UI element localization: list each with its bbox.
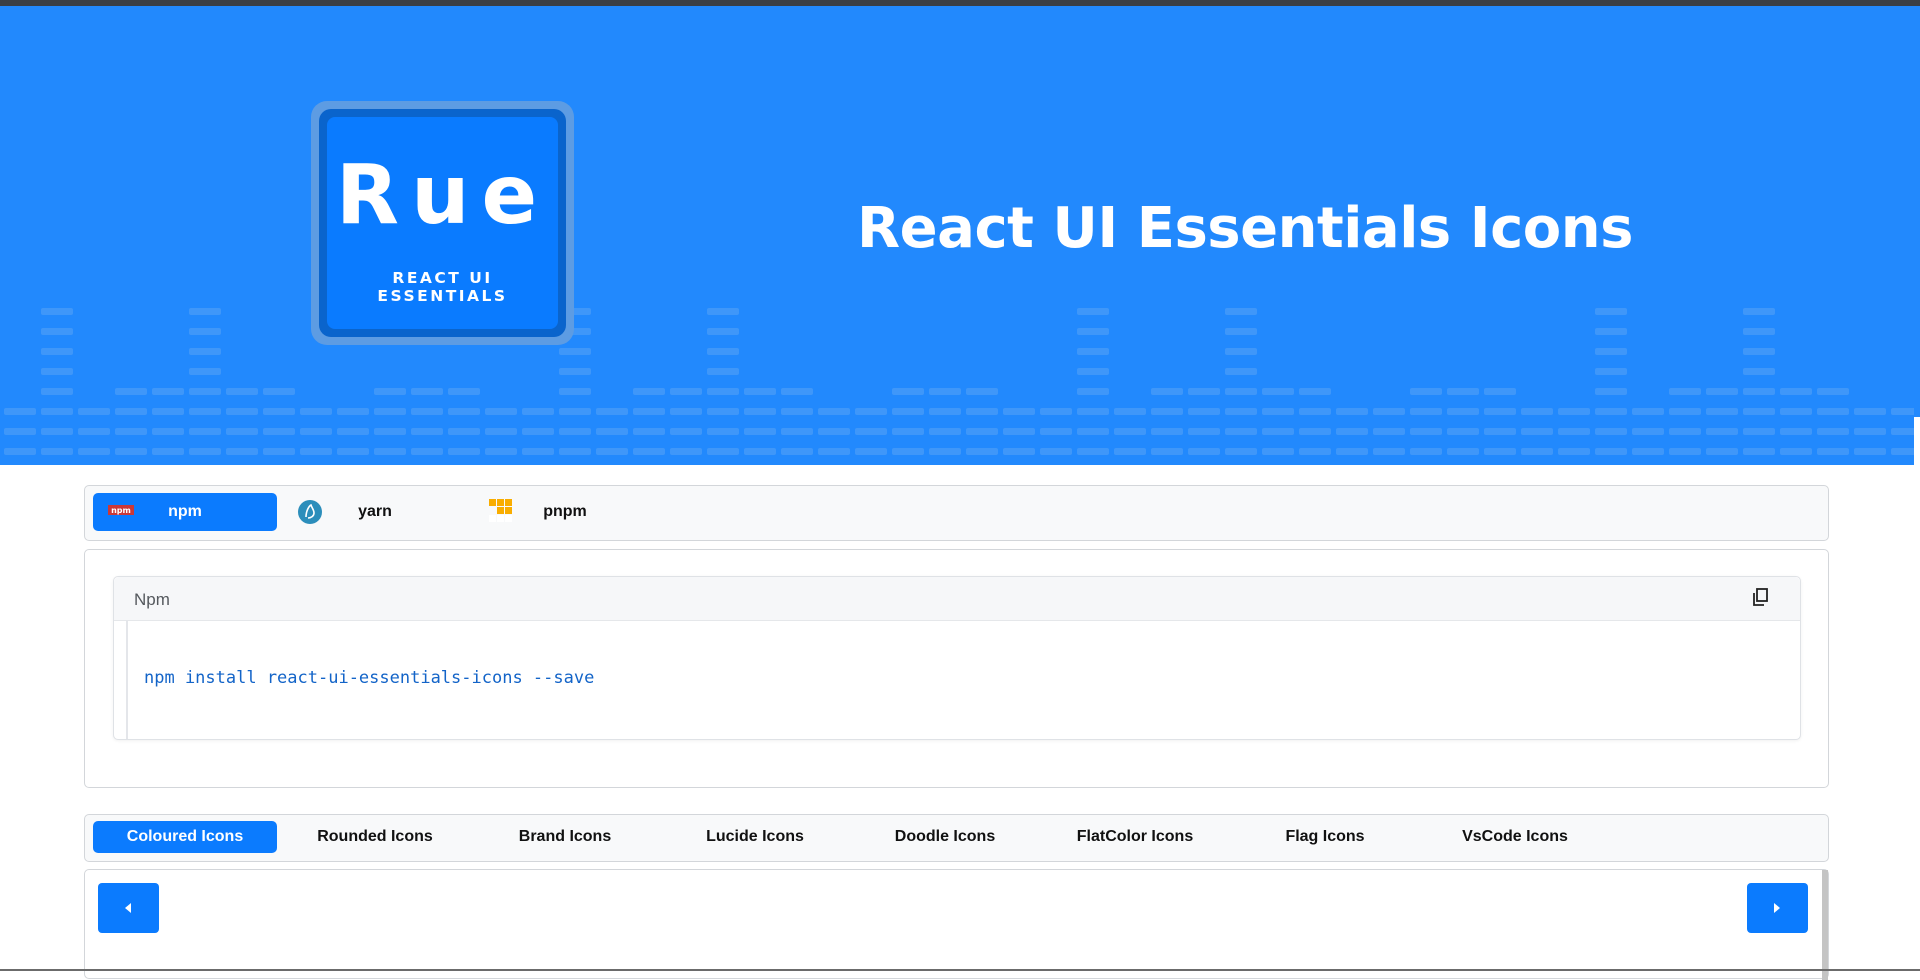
caret-right-icon (1774, 903, 1780, 913)
tab-coloured-icons[interactable]: Coloured Icons (93, 821, 277, 853)
tab-npm-label: npm (168, 503, 202, 520)
tab-lucide-icons[interactable]: Lucide Icons (663, 821, 847, 853)
package-manager-tabs: npm npm yarn pnpm (84, 485, 1829, 541)
code-block: Npm npm install react-ui-essentials-icon… (113, 576, 1801, 740)
tab-rounded-icons[interactable]: Rounded Icons (283, 821, 467, 853)
page-scrollbar-thumb[interactable] (1914, 417, 1920, 971)
icon-gallery (84, 869, 1829, 980)
tab-flatcolor-icons[interactable]: FlatColor Icons (1043, 821, 1227, 853)
code-block-title: Npm (134, 590, 170, 609)
code-block-body: npm install react-ui-essentials-icons --… (126, 620, 1800, 739)
page-title: React UI Essentials Icons (857, 196, 1633, 261)
tab-pnpm[interactable]: pnpm (473, 493, 657, 531)
tab-pnpm-label: pnpm (543, 503, 587, 520)
install-panel: Npm npm install react-ui-essentials-icon… (84, 549, 1829, 788)
tab-yarn-label: yarn (358, 503, 392, 520)
tab-flag-icons[interactable]: Flag Icons (1233, 821, 1417, 853)
logo-letters: Rue (335, 148, 550, 243)
tab-brand-icons[interactable]: Brand Icons (473, 821, 657, 853)
tab-doodle-icons[interactable]: Doodle Icons (853, 821, 1037, 853)
code-block-header: Npm (114, 577, 1800, 621)
prev-button[interactable] (98, 883, 159, 933)
caret-left-icon (125, 903, 131, 913)
icon-set-tabs: Coloured Icons Rounded Icons Brand Icons… (84, 814, 1829, 862)
gallery-scrollbar[interactable] (1822, 870, 1828, 980)
tab-vscode-icons[interactable]: VsCode Icons (1423, 821, 1607, 853)
copy-icon[interactable] (1750, 586, 1772, 608)
page-scrollbar-track[interactable] (1914, 6, 1920, 417)
tab-yarn[interactable]: yarn (283, 493, 467, 531)
logo-subtitle: REACT UI ESSENTIALS (377, 269, 508, 305)
next-button[interactable] (1747, 883, 1808, 933)
hero-banner: Rue REACT UI ESSENTIALS React UI Essenti… (0, 6, 1914, 465)
rue-logo: Rue REACT UI ESSENTIALS (311, 101, 574, 345)
install-command[interactable]: npm install react-ui-essentials-icons --… (144, 668, 594, 688)
tab-npm[interactable]: npm npm (93, 493, 277, 531)
